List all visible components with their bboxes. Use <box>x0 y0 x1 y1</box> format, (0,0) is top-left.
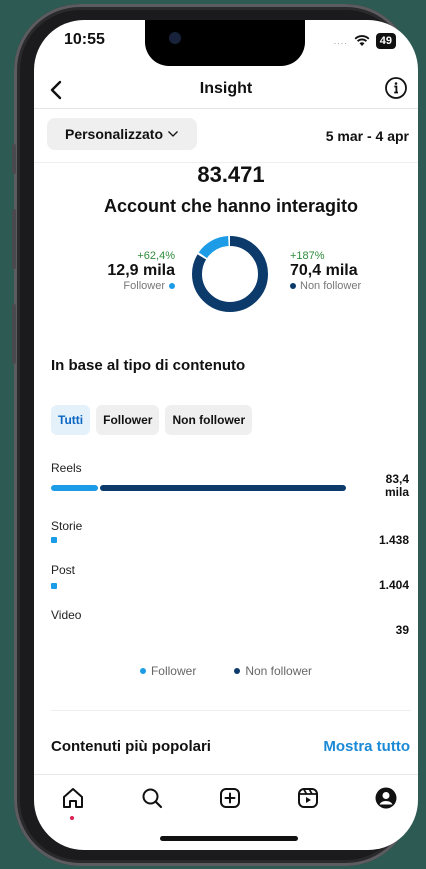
tab-follower[interactable]: Follower <box>96 405 160 435</box>
wifi-icon <box>354 35 370 46</box>
legend-non-follower-label: Non follower <box>245 664 313 678</box>
row-value-posts: 1.404 <box>378 578 409 592</box>
non-follower-change: +187% <box>290 250 325 262</box>
legend-follower: Follower <box>139 664 197 678</box>
non-follower-label-row: Non follower <box>290 280 361 292</box>
chart-legend: Follower Non follower <box>34 664 418 678</box>
header-divider <box>34 108 418 109</box>
audience-tabs: Tutti Follower Non follower <box>51 405 253 435</box>
non-follower-dot-icon <box>290 283 296 289</box>
follower-label: Follower <box>123 280 165 292</box>
total-accounts-count: 83.471 <box>197 162 265 187</box>
follower-label-row: Follower <box>107 280 175 292</box>
status-icons: .... 49 <box>334 33 396 49</box>
non-follower-label: Non follower <box>300 280 362 292</box>
dynamic-island <box>145 20 305 66</box>
mute-switch <box>12 144 16 174</box>
signal-icon: .... <box>333 36 348 46</box>
status-time: 10:55 <box>64 31 105 48</box>
show-all-link[interactable]: Mostra tutto <box>323 738 410 755</box>
camera-icon <box>169 32 181 44</box>
row-value-reels-unit: mila <box>384 485 409 499</box>
home-icon[interactable] <box>61 786 85 810</box>
search-icon[interactable] <box>140 786 164 810</box>
legend-non-follower-dot-icon <box>234 668 241 674</box>
volume-down-button <box>12 304 16 364</box>
info-icon[interactable] <box>384 76 408 100</box>
row-label-stories: Storie <box>51 519 83 533</box>
home-active-dot <box>70 816 74 820</box>
tab-bar <box>34 780 418 820</box>
non-follower-value: 70,4 mila <box>290 262 358 279</box>
row-value-stories: 1.438 <box>378 533 409 547</box>
follower-stat: +62,4% 12,9 mila Follower <box>107 250 175 292</box>
reels-follower-bar <box>51 485 99 491</box>
legend-follower-dot-icon <box>139 668 146 674</box>
row-value-video: 39 <box>395 623 409 637</box>
section-divider <box>51 710 411 711</box>
header: Insight <box>34 72 418 108</box>
interaction-donut-chart <box>192 236 268 312</box>
reels-icon[interactable] <box>296 786 320 810</box>
legend-non-follower: Non follower <box>234 664 312 678</box>
date-range: 5 mar - 4 apr <box>325 128 409 144</box>
row-label-reels: Reels <box>51 461 82 475</box>
home-indicator <box>160 836 298 841</box>
legend-follower-label: Follower <box>150 664 197 678</box>
row-label-posts: Post <box>51 563 76 577</box>
follower-value: 12,9 mila <box>107 262 175 279</box>
follower-change: +62,4% <box>137 250 175 262</box>
battery-icon: 49 <box>375 33 396 49</box>
profile-icon[interactable] <box>374 786 398 810</box>
tab-all[interactable]: Tutti <box>51 405 91 435</box>
follower-dot-icon <box>169 283 175 289</box>
reels-non-follower-bar <box>100 485 346 491</box>
row-label-video: Video <box>51 608 82 622</box>
non-follower-stat: +187% 70,4 mila Non follower <box>290 250 361 292</box>
page-title: Insight <box>199 80 253 97</box>
tabbar-divider <box>34 774 418 775</box>
create-icon[interactable] <box>218 786 242 810</box>
posts-follower-bar <box>51 583 57 589</box>
chevron-down-icon <box>168 131 178 137</box>
content-type-title: In base al tipo di contenuto <box>51 357 246 374</box>
period-filter-label: Personalizzato <box>64 126 164 142</box>
row-value-reels: 83,4 mila <box>385 473 409 499</box>
total-accounts-label: Account che hanno interagito <box>103 196 358 216</box>
period-filter-button[interactable]: Personalizzato <box>47 118 197 150</box>
popular-content-title: Contenuti più popolari <box>51 738 211 755</box>
tab-non-follower[interactable]: Non follower <box>165 405 253 435</box>
screen: 10:55 .... 49 Insight Personalizzato 5 m… <box>34 20 418 850</box>
stories-follower-bar <box>51 537 57 543</box>
volume-up-button <box>12 209 16 269</box>
